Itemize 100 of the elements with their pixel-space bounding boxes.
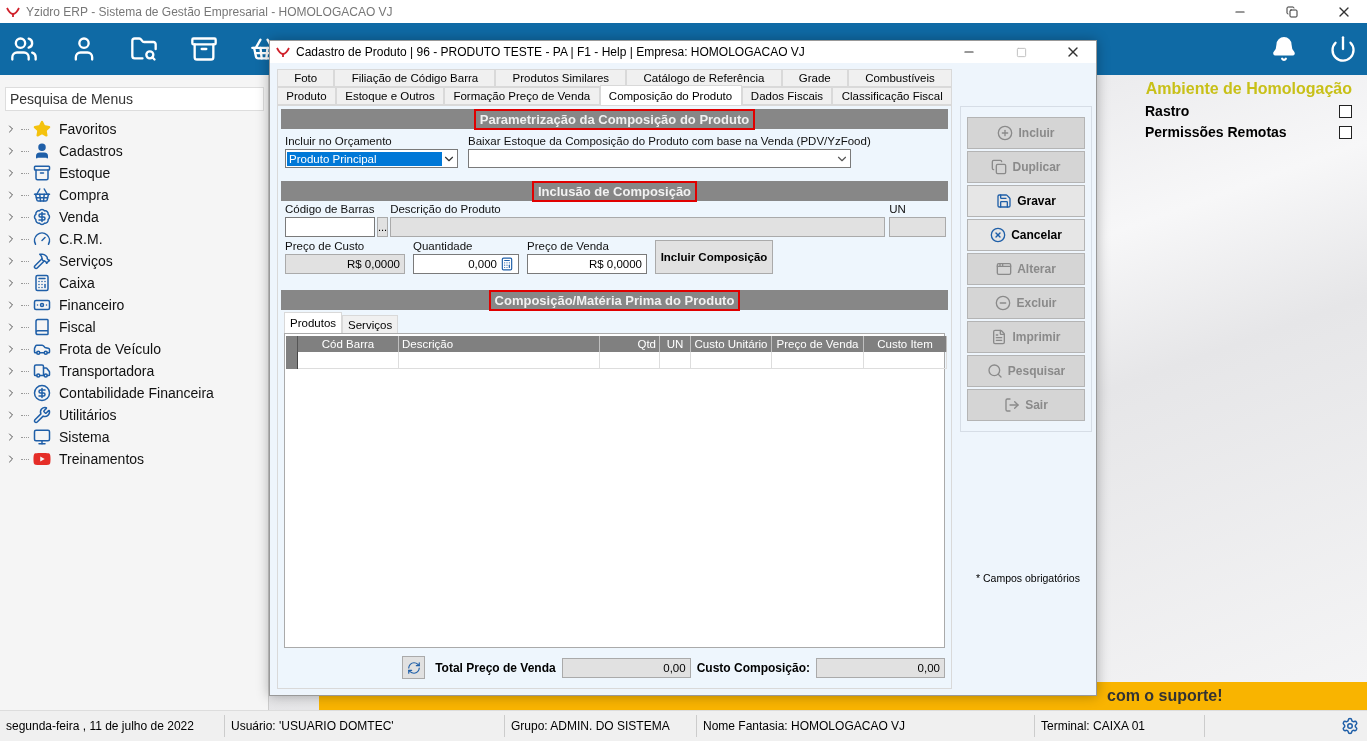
field-label: UN	[889, 203, 907, 215]
save-icon	[996, 193, 1013, 209]
input-field[interactable]: R$ 0,0000	[527, 254, 647, 274]
dollar-coin-icon	[33, 384, 51, 402]
exit-icon	[1004, 397, 1021, 413]
document-icon	[991, 329, 1008, 345]
column-header: Custo Unitário	[691, 336, 772, 352]
column-header: Custo Item	[864, 336, 947, 352]
select-field[interactable]	[468, 149, 851, 168]
tab[interactable]: Classificação Fiscal	[832, 87, 953, 105]
menu-item[interactable]: Favoritos	[59, 121, 117, 137]
menu-item[interactable]: Estoque	[59, 165, 111, 181]
select-field[interactable]: Produto Principal	[285, 149, 458, 168]
search-icon	[986, 363, 1003, 379]
window-title: Yzidro ERP - Sistema de Gestão Empresarial - HOMOLOGACAO VJ	[26, 4, 394, 19]
menu-item[interactable]: Contabilidade Financeira	[59, 385, 214, 401]
truck-icon	[33, 362, 51, 380]
menu-item[interactable]: C.R.M.	[59, 231, 103, 247]
logo-icon	[276, 46, 290, 58]
tab[interactable]: Produtos	[284, 312, 343, 333]
star-icon	[33, 120, 51, 138]
video-play-icon	[33, 450, 51, 468]
settings-icon[interactable]	[1341, 717, 1359, 735]
plus-circle-icon	[997, 125, 1014, 141]
bell-icon[interactable]	[1271, 36, 1297, 62]
menu-item[interactable]: Fiscal	[59, 319, 96, 335]
tab[interactable]: Serviços	[342, 315, 399, 333]
tab[interactable]: Estoque e Outros	[335, 87, 445, 105]
total-field: 0,00	[561, 657, 691, 678]
column-header: Preço de Venda	[772, 336, 864, 352]
checkbox[interactable]	[1339, 104, 1352, 118]
box-icon[interactable]	[190, 35, 218, 63]
tab[interactable]: Composição do Produto	[599, 85, 742, 105]
field-label: Quantidade	[413, 240, 474, 252]
dialog-title: Cadastro de Produto | 96 - PRODUTO TESTE - PA | F1 - Help | Empresa: HOMOLOGACAO VJ	[296, 45, 806, 59]
required-note: * Campos obrigatórios	[976, 572, 1081, 584]
field-label: Preço de Venda	[527, 240, 610, 252]
field-label: Código de Barras	[285, 203, 375, 215]
box-icon	[33, 164, 51, 182]
tab[interactable]: Catálogo de Referência	[626, 69, 782, 87]
menu-item[interactable]: Financeiro	[59, 297, 125, 313]
menu-item[interactable]: Treinamentos	[59, 451, 145, 467]
menu-item[interactable]: Cadastros	[59, 143, 123, 159]
folder-search-icon[interactable]	[130, 35, 158, 63]
search-field[interactable]: Pesquisa de Menus	[5, 87, 264, 111]
menu-item[interactable]: Serviços	[59, 253, 113, 269]
field-label: Incluir no Orçamento	[285, 135, 393, 147]
row-header[interactable]	[286, 352, 298, 369]
restore-icon[interactable]	[1286, 5, 1298, 18]
refresh-icon	[406, 660, 421, 675]
warning-text: com o suporte!	[1107, 687, 1223, 705]
calculator-icon[interactable]	[500, 257, 514, 271]
maximize-icon	[1015, 46, 1027, 58]
total-label: Custo Composição:	[696, 660, 810, 675]
tab[interactable]: Foto	[277, 69, 335, 87]
wrench-icon	[33, 406, 51, 424]
tab[interactable]: Combustíveis	[847, 69, 953, 87]
monitor-icon	[33, 428, 51, 446]
total-field: 0,00	[816, 657, 945, 678]
minus-circle-icon	[995, 295, 1012, 311]
menu-item[interactable]: Sistema	[59, 429, 110, 445]
hammer-icon	[33, 252, 51, 270]
section-title: Parametrização da Composição do Produto	[473, 108, 756, 130]
tab[interactable]: Filiação de Código Barra	[334, 69, 496, 87]
power-icon[interactable]	[1329, 35, 1357, 63]
book-icon	[33, 318, 51, 336]
lookup-button[interactable]: ...	[377, 217, 389, 237]
option-label: Rastro	[1145, 103, 1190, 119]
status-text: Nome Fantasia: HOMOLOGACAO VJ	[697, 715, 1035, 737]
section-title: Inclusão de Composição	[531, 180, 698, 202]
menu-item[interactable]: Frota de Veículo	[59, 341, 161, 357]
tab[interactable]: Produtos Similares	[495, 69, 627, 87]
menu-item[interactable]: Transportadora	[59, 363, 155, 379]
include-button[interactable]: Incluir Composição	[655, 240, 773, 274]
tab[interactable]: Grade	[781, 69, 848, 87]
refresh-button[interactable]	[402, 656, 426, 679]
column-header: UN	[660, 336, 691, 352]
status-text: segunda-feira , 11 de julho de 2022	[0, 715, 225, 737]
checkbox[interactable]	[1339, 125, 1352, 139]
action-button[interactable]: Gravar	[967, 185, 1085, 217]
menu-item[interactable]: Venda	[59, 209, 99, 225]
copy-icon	[991, 159, 1008, 175]
table-cell	[660, 352, 691, 369]
menu-item[interactable]: Compra	[59, 187, 109, 203]
menu-item[interactable]: Caixa	[59, 275, 95, 291]
total-label: Total Preço de Venda	[435, 660, 556, 675]
tab[interactable]: Dados Fiscais	[741, 87, 833, 105]
column-header: Descrição	[399, 336, 600, 352]
tab[interactable]: Formação Preço de Venda	[444, 87, 600, 105]
tab[interactable]: Produto	[277, 87, 336, 105]
column-header: Qtd	[600, 336, 660, 352]
status-text: Usuário: 'USUARIO DOMTEC'	[225, 715, 505, 737]
input-field[interactable]	[285, 217, 375, 237]
window-icon	[996, 261, 1013, 277]
input-field[interactable]: 0,000	[413, 254, 519, 274]
menu-item[interactable]: Utilitários	[59, 407, 117, 423]
people-icon[interactable]	[10, 35, 38, 63]
table-cell	[600, 352, 660, 369]
section-title: Composição/Matéria Prima do Produto	[488, 289, 741, 311]
action-button[interactable]: Cancelar	[967, 219, 1085, 251]
